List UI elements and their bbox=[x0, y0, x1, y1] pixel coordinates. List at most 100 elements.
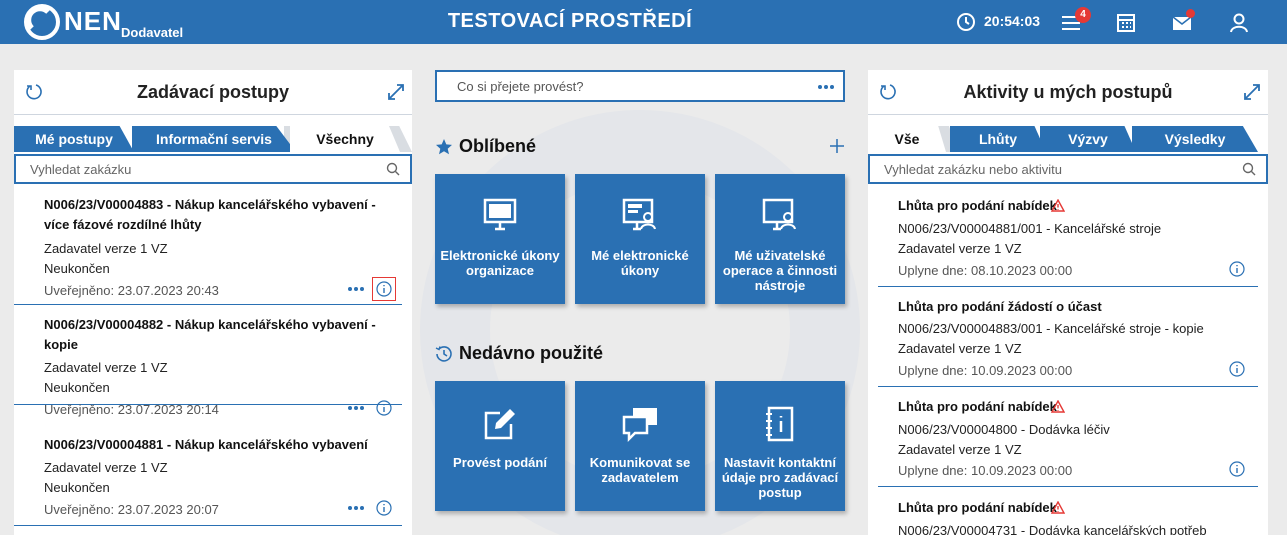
tile-communicate[interactable]: Komunikovat se zadavatelem bbox=[575, 381, 705, 511]
tab-deadlines[interactable]: Lhůty bbox=[950, 126, 1046, 152]
activity-due: Uplyne dne: 08.10.2023 00:00 bbox=[898, 263, 1073, 278]
procedure-search-input[interactable] bbox=[16, 156, 371, 182]
panel-title: Aktivity u mých postupů bbox=[963, 82, 1173, 102]
warning-icon bbox=[1051, 199, 1065, 212]
procedure-authority: Zadavatel verze 1 VZ bbox=[44, 360, 168, 375]
procedure-title[interactable]: N006/23/V00004882 - Nákup kancelářského … bbox=[44, 315, 384, 355]
history-icon bbox=[435, 346, 452, 362]
more-icon[interactable] bbox=[347, 505, 365, 511]
monitor-icon bbox=[483, 198, 517, 231]
monitor-user-outline-icon bbox=[762, 198, 796, 231]
divider bbox=[868, 114, 1268, 115]
action-search bbox=[435, 70, 845, 102]
tile-label: Provést podání bbox=[453, 455, 547, 470]
activity-search bbox=[868, 154, 1268, 184]
mail-unread-dot bbox=[1186, 9, 1195, 18]
search-icon[interactable] bbox=[386, 162, 400, 176]
tile-label: Mé elektronické úkony bbox=[591, 248, 689, 278]
star-icon bbox=[436, 139, 452, 155]
tab-all[interactable]: Všechny bbox=[290, 126, 400, 152]
procedure-authority: Zadavatel verze 1 VZ bbox=[44, 241, 168, 256]
tile-my-actions[interactable]: Mé elektronické úkony bbox=[575, 174, 705, 304]
edit-icon bbox=[484, 409, 515, 440]
activity-search-input[interactable] bbox=[870, 156, 1227, 182]
activity-authority: Zadavatel verze 1 VZ bbox=[898, 442, 1022, 457]
activity-reference: N006/23/V00004800 - Dodávka léčiv bbox=[898, 422, 1110, 437]
search-icon[interactable] bbox=[1242, 162, 1256, 176]
procedure-status: Neukončen bbox=[44, 380, 110, 395]
more-icon[interactable] bbox=[347, 286, 365, 292]
info-icon[interactable] bbox=[376, 500, 392, 516]
procedure-status: Neukončen bbox=[44, 480, 110, 495]
recent-title: Nedávno použité bbox=[459, 343, 604, 363]
tab-all-activities[interactable]: Vše bbox=[868, 126, 946, 152]
notification-badge: 4 bbox=[1075, 7, 1091, 23]
procedure-status: Neukončen bbox=[44, 261, 110, 276]
activity-reference: N006/23/V00004883/001 - Kancelářské stro… bbox=[898, 321, 1204, 336]
tile-label: Nastavit kontaktní údaje pro zadávací po… bbox=[721, 455, 839, 500]
info-icon[interactable] bbox=[1229, 361, 1245, 377]
monitor-user-icon bbox=[622, 198, 656, 231]
tab-my-procedures[interactable]: Mé postupy bbox=[14, 126, 134, 152]
procedure-title[interactable]: N006/23/V00004881 - Nákup kancelářského … bbox=[44, 435, 384, 455]
tab-results[interactable]: Výsledky bbox=[1132, 126, 1258, 152]
procedure-published: Uveřejněno: 23.07.2023 20:14 bbox=[44, 402, 219, 417]
activity-list-item[interactable]: Lhůta pro podání nabídek N006/23/V000048… bbox=[878, 190, 1258, 287]
session-time: 20:54:03 bbox=[984, 13, 1041, 29]
procedure-list-item[interactable]: N006/23/V00004881 - Nákup kancelářského … bbox=[14, 425, 402, 526]
tile-submit[interactable]: Provést podání bbox=[435, 381, 565, 511]
address-book-icon bbox=[766, 406, 794, 442]
panel-title: Zadávací postupy bbox=[136, 82, 290, 102]
warning-icon bbox=[1051, 400, 1065, 413]
tile-organization-actions[interactable]: Elektronické úkony organizace bbox=[435, 174, 565, 304]
info-icon[interactable] bbox=[376, 400, 392, 416]
info-icon[interactable] bbox=[1229, 261, 1245, 277]
tile-user-operations[interactable]: Mé uživatelské operace a činnosti nástro… bbox=[715, 174, 845, 304]
action-search-input[interactable] bbox=[437, 72, 797, 100]
info-icon[interactable] bbox=[376, 281, 392, 297]
activity-reference: N006/23/V00004881/001 - Kancelářské stro… bbox=[898, 221, 1162, 236]
procedure-list-item[interactable]: N006/23/V00004883 - Nákup kancelářského … bbox=[14, 190, 402, 305]
tile-contact-details[interactable]: Nastavit kontaktní údaje pro zadávací po… bbox=[715, 381, 845, 511]
activity-authority: Zadavatel verze 1 VZ bbox=[898, 341, 1022, 356]
plus-icon[interactable] bbox=[828, 137, 846, 155]
chat-icon bbox=[622, 408, 657, 443]
info-icon[interactable] bbox=[1229, 461, 1245, 477]
expand-icon[interactable] bbox=[386, 82, 406, 102]
tile-label: Elektronické úkony organizace bbox=[440, 248, 560, 278]
warning-icon bbox=[1051, 501, 1065, 514]
tab-calls[interactable]: Výzvy bbox=[1040, 126, 1136, 152]
activity-due: Uplyne dne: 10.09.2023 00:00 bbox=[898, 363, 1073, 378]
activity-title[interactable]: Lhůta pro podání nabídek bbox=[898, 198, 1057, 213]
activity-reference: N006/23/V00004731 - Dodávka kancelářskýc… bbox=[898, 523, 1207, 535]
activity-list-item[interactable]: Lhůta pro podání nabídek N006/23/V000048… bbox=[878, 387, 1258, 487]
activity-title[interactable]: Lhůta pro podání nabídek bbox=[898, 500, 1057, 515]
procedure-authority: Zadavatel verze 1 VZ bbox=[44, 460, 168, 475]
more-icon[interactable] bbox=[817, 84, 835, 90]
procedure-list-item[interactable]: N006/23/V00004882 - Nákup kancelářského … bbox=[14, 305, 402, 417]
user-icon[interactable] bbox=[1228, 12, 1250, 34]
more-icon[interactable] bbox=[347, 405, 365, 411]
procedure-published: Uveřejněno: 23.07.2023 20:43 bbox=[44, 283, 219, 298]
expand-icon[interactable] bbox=[1242, 82, 1262, 102]
procedures-panel: Zadávací postupy Mé postupy Informační s… bbox=[14, 70, 412, 535]
app-header: NEN Dodavatel TESTOVACÍ PROSTŘEDÍ 20:54:… bbox=[0, 0, 1287, 44]
tab-information-service[interactable]: Informační servis bbox=[132, 126, 296, 152]
procedure-tabs: Mé postupy Informační servis Všechny bbox=[14, 126, 412, 152]
activity-list-item[interactable]: Lhůta pro podání žádostí o účast N006/23… bbox=[878, 287, 1258, 387]
divider bbox=[14, 114, 412, 115]
tile-label: Mé uživatelské operace a činnosti nástro… bbox=[722, 248, 838, 293]
procedure-published: Uveřejněno: 23.07.2023 20:07 bbox=[44, 502, 219, 517]
favorites-title: Oblíbené bbox=[459, 136, 537, 156]
calendar-icon[interactable] bbox=[1115, 12, 1137, 34]
activity-title[interactable]: Lhůta pro podání žádostí o účast bbox=[898, 299, 1102, 314]
activity-tabs: Vše Lhůty Výzvy Výsledky bbox=[868, 126, 1268, 152]
procedure-title[interactable]: N006/23/V00004883 - Nákup kancelářského … bbox=[44, 195, 384, 235]
activity-due: Uplyne dne: 10.09.2023 00:00 bbox=[898, 463, 1073, 478]
procedure-search bbox=[14, 154, 412, 184]
activity-title[interactable]: Lhůta pro podání nabídek bbox=[898, 399, 1057, 414]
activity-authority: Zadavatel verze 1 VZ bbox=[898, 241, 1022, 256]
clock-icon bbox=[957, 13, 975, 31]
activity-list-item[interactable]: Lhůta pro podání nabídek N006/23/V000047… bbox=[878, 487, 1258, 535]
activities-panel: Aktivity u mých postupů Vše Lhůty Výzvy … bbox=[868, 70, 1268, 535]
